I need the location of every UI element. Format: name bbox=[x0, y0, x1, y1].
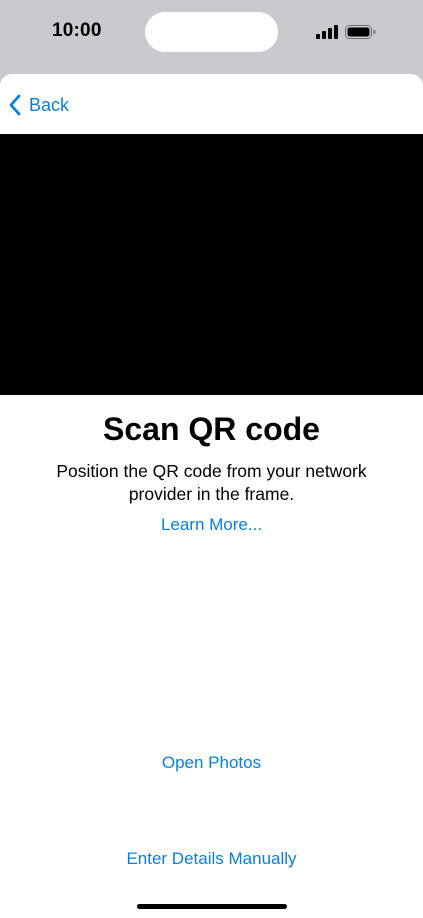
learn-more-link[interactable]: Learn More... bbox=[0, 515, 423, 535]
back-label: Back bbox=[29, 94, 70, 115]
scan-qr-sheet: Back Scan QR code Position the QR code f… bbox=[0, 74, 423, 918]
instruction-text: Position the QR code from your network p… bbox=[56, 461, 367, 504]
phone-screen: 10:00 Back Scan QR code Position the QR … bbox=[0, 0, 423, 918]
page-title: Scan QR code bbox=[103, 411, 320, 447]
status-time: 10:00 bbox=[52, 20, 102, 41]
back-button[interactable]: Back bbox=[8, 90, 69, 120]
cellular-signal-icon bbox=[316, 25, 338, 39]
camera-viewfinder bbox=[0, 134, 423, 395]
home-indicator[interactable] bbox=[137, 904, 287, 909]
status-bar: 10:00 bbox=[0, 0, 423, 64]
chevron-left-icon bbox=[9, 94, 21, 116]
open-photos-button[interactable]: Open Photos bbox=[0, 753, 423, 773]
enter-details-manually-button[interactable]: Enter Details Manually bbox=[0, 849, 423, 869]
battery-icon bbox=[345, 25, 376, 39]
navigation-bar: Back bbox=[0, 74, 423, 134]
dynamic-island bbox=[145, 12, 278, 52]
